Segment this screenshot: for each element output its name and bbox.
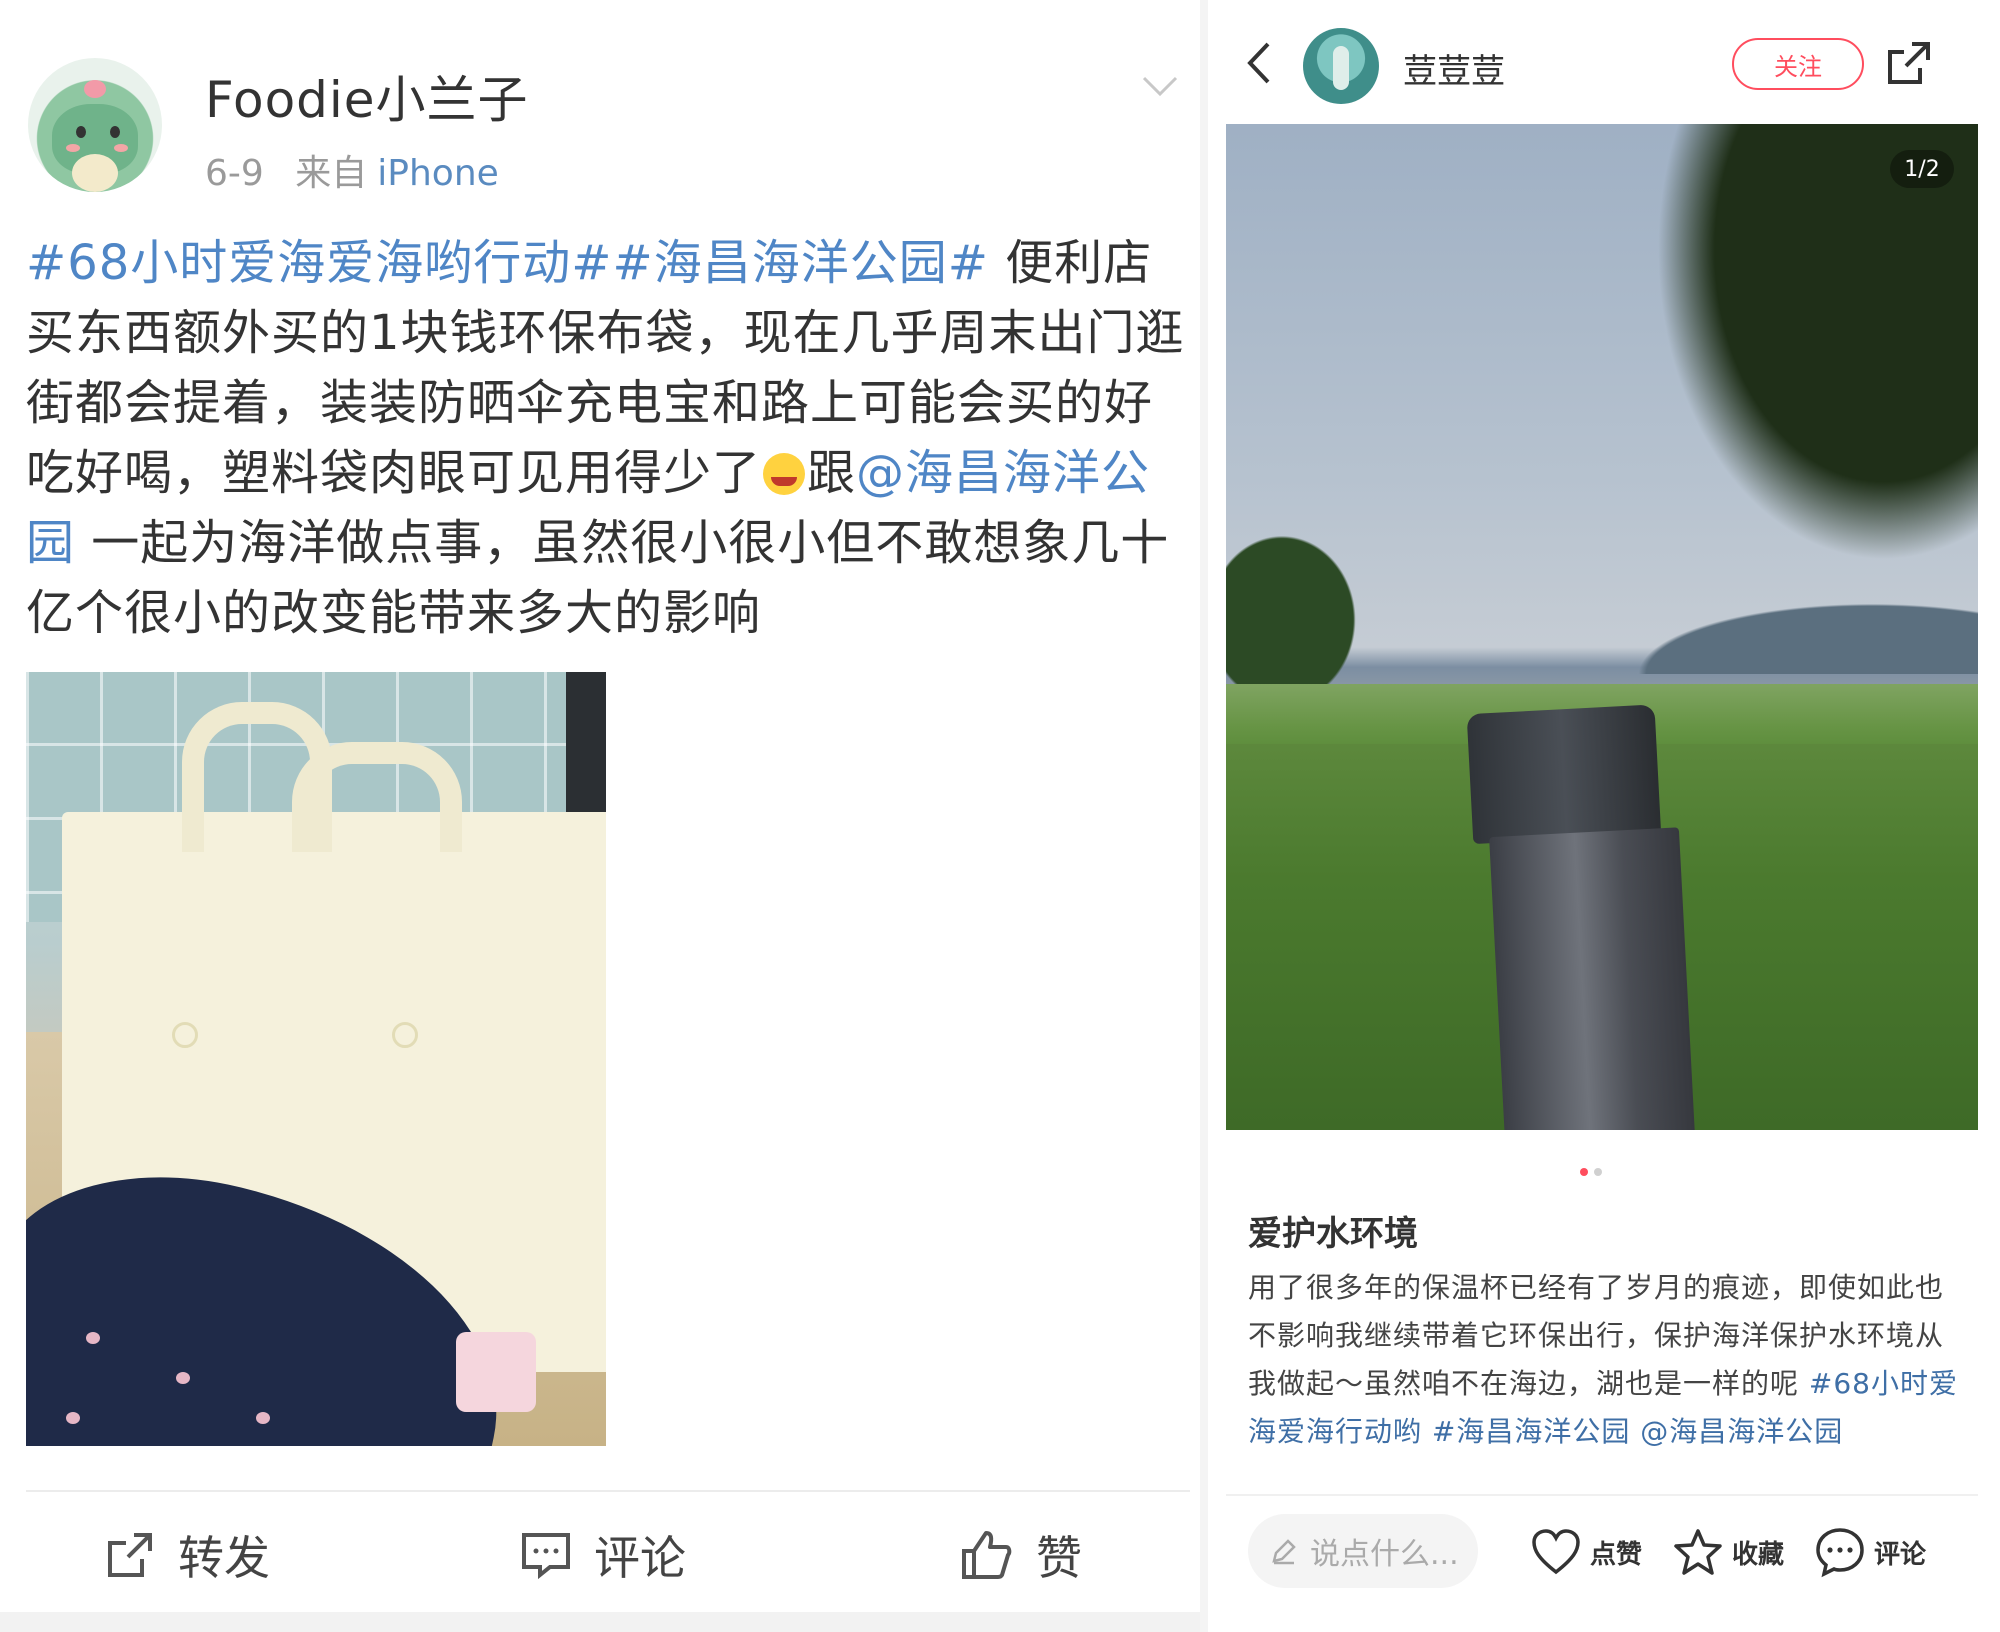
image-page-counter: 1/2: [1890, 150, 1954, 188]
username[interactable]: 荳荳荳: [1403, 44, 1505, 93]
hashtag-link[interactable]: #海昌海洋公园#: [613, 235, 989, 291]
avatar[interactable]: [28, 58, 162, 192]
hashtag-link[interactable]: #68小时爱海爱海哟行动#: [26, 235, 613, 291]
source-prefix: 来自: [295, 153, 368, 194]
mention-link[interactable]: @海昌海洋公园: [1640, 1415, 1843, 1448]
bottom-edge: [0, 1612, 1200, 1632]
like-label: 点赞: [1590, 1539, 1643, 1570]
repost-label: 转发: [178, 1531, 270, 1585]
crying-emoji-icon: [763, 453, 806, 495]
share-icon: [108, 1533, 152, 1577]
divider: [26, 1490, 1190, 1492]
comment-button[interactable]: 评论: [1814, 1520, 1926, 1584]
post-date: 6-9: [205, 153, 264, 194]
post-text: 一起为海洋做点事，虽然很小很小但不敢想象几十亿个很小的改变能带来多大的影响: [26, 515, 1170, 641]
comment-label: 评论: [1874, 1539, 1927, 1570]
like-label: 赞: [1036, 1531, 1082, 1585]
comment-icon: [522, 1533, 570, 1580]
post-source[interactable]: iPhone: [377, 153, 499, 194]
carousel-dot-active: [1580, 1168, 1588, 1176]
hashtag-link[interactable]: #海昌海洋公园: [1432, 1415, 1630, 1448]
note-title: 爱护水环境: [1248, 1214, 1418, 1254]
post-meta: 6-9 来自 iPhone: [205, 144, 499, 196]
weibo-post: Foodie小兰子 6-9 来自 iPhone #68小时爱海爱海哟行动##海昌海…: [0, 0, 1200, 1632]
post-photo-tote-bag[interactable]: [26, 672, 606, 1446]
collect-label: 收藏: [1732, 1539, 1785, 1570]
like-button[interactable]: 点赞: [1530, 1520, 1642, 1584]
follow-button[interactable]: 关注: [1732, 38, 1864, 90]
back-arrow-icon[interactable]: [1242, 38, 1276, 88]
comment-label: 评论: [594, 1531, 686, 1585]
carousel-indicator: [1580, 1168, 1602, 1176]
username[interactable]: Foodie小兰子: [205, 60, 529, 132]
like-button[interactable]: 赞: [958, 1520, 1082, 1590]
pencil-icon: [1272, 1539, 1296, 1565]
star-icon: [1674, 1529, 1722, 1575]
post-body: #68小时爱海爱海哟行动##海昌海洋公园# 便利店买东西额外买的1块钱环保布袋，…: [26, 228, 1190, 648]
note-photo-thermos-lake[interactable]: [1226, 124, 1978, 1130]
divider: [1226, 1494, 1978, 1496]
heart-icon: [1532, 1529, 1580, 1575]
comment-placeholder: 说点什么...: [1310, 1537, 1459, 1572]
chevron-down-icon[interactable]: [1140, 66, 1180, 106]
carousel-dot: [1594, 1168, 1602, 1176]
comment-bubble-icon: [1816, 1528, 1864, 1578]
note-body: 用了很多年的保温杯已经有了岁月的痕迹，即使如此也不影响我继续带着它环保出行，保护…: [1248, 1264, 1968, 1456]
avatar[interactable]: [1303, 28, 1379, 104]
collect-button[interactable]: 收藏: [1672, 1520, 1784, 1584]
repost-button[interactable]: 转发: [104, 1520, 270, 1590]
post-text: 跟: [807, 445, 857, 501]
thumbs-up-icon: [962, 1531, 1012, 1579]
xhs-note: 荳荳荳 关注 1/2 爱护水环境 用了很多年的保温杯已经有了岁月的痕迹，即使如此…: [1200, 0, 2000, 1632]
comment-button[interactable]: 评论: [520, 1520, 686, 1590]
share-icon[interactable]: [1886, 40, 1932, 86]
comment-input[interactable]: 说点什么...: [1248, 1514, 1478, 1588]
